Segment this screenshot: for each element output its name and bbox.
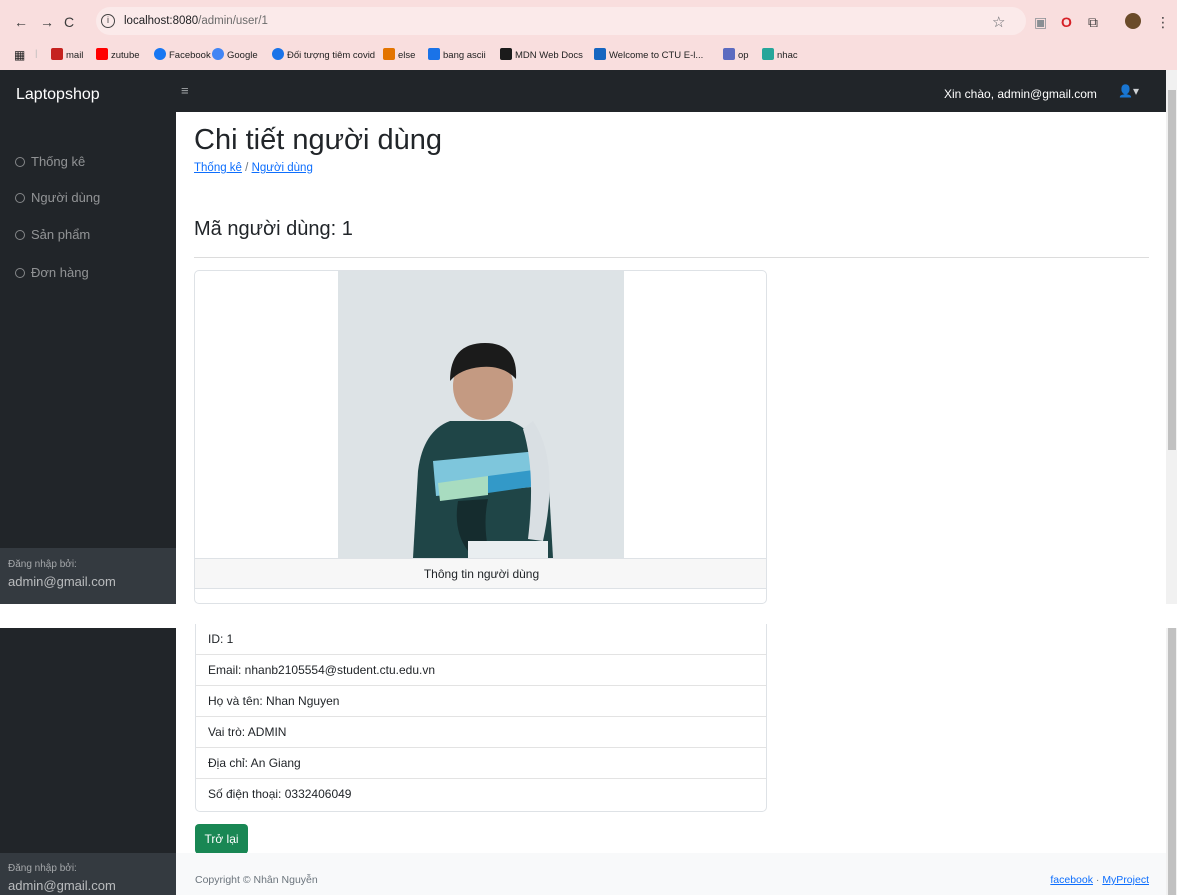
scrollbar-thumb[interactable] — [1168, 90, 1176, 450]
facebook-icon — [154, 48, 166, 60]
detail-id: ID: 1 — [196, 624, 766, 655]
logged-in-user: admin@gmail.com — [8, 574, 116, 589]
youtube-icon — [96, 48, 108, 60]
bookmark-bang-ascii[interactable]: bang ascii — [428, 48, 486, 61]
bookmark-google[interactable]: Google — [212, 48, 258, 61]
site-info-icon[interactable]: i — [101, 14, 115, 28]
user-details-list: ID: 1 Email: nhanb2105554@student.ctu.ed… — [195, 624, 767, 812]
breadcrumb-separator: / — [245, 162, 249, 174]
sidebar-toggle-icon[interactable]: ≡ — [181, 83, 189, 98]
person-photo-illustration — [338, 271, 624, 558]
facebook-link[interactable]: facebook — [1050, 874, 1093, 886]
tachometer-icon — [15, 230, 25, 240]
divider — [194, 257, 1149, 258]
back-arrow-icon[interactable]: ← — [14, 14, 28, 30]
card-header: Thông tin người dùng — [195, 558, 766, 589]
copyright-text: Copyright © Nhân Nguyễn — [195, 874, 318, 886]
sidebar-item-nguoi-dung[interactable]: Người dùng — [15, 190, 100, 205]
puzzle-extensions-icon[interactable]: ⧉ — [1088, 14, 1098, 31]
music-site-icon — [762, 48, 774, 60]
detail-phone: Số điện thoại: 0332406049 — [208, 787, 352, 801]
back-button[interactable]: Trở lại — [195, 824, 248, 854]
reload-icon[interactable]: C — [64, 14, 74, 30]
user-id-heading: Mã người dùng: 1 — [194, 218, 353, 240]
bookmarks-bar: ▦ | mail zutube Facebook Google Đối tượn… — [0, 44, 1177, 66]
bookmark-nhac[interactable]: nhac — [762, 48, 798, 61]
sidebar-item-san-pham[interactable]: Sản phẩm — [15, 227, 90, 242]
breadcrumb-home-link[interactable]: Thống kê — [194, 162, 242, 174]
gmail-icon — [51, 48, 63, 60]
sidebar-item-thong-ke[interactable]: Thống kê — [15, 154, 85, 169]
detail-email: Email: nhanb2105554@student.ctu.edu.vn — [196, 655, 766, 686]
sidebar-footer: Đăng nhập bởi: admin@gmail.com — [0, 548, 176, 604]
tachometer-icon — [15, 157, 25, 167]
else-site-icon — [383, 48, 395, 60]
sidebar-footer-lower: Đăng nhập bởi: admin@gmail.com — [0, 853, 176, 895]
tachometer-icon — [15, 268, 25, 278]
mdn-icon — [500, 48, 512, 60]
detail-role: Vai trò: ADMIN — [196, 717, 766, 748]
breadcrumb: Thống kê / Người dùng — [194, 162, 313, 174]
bookmark-facebook[interactable]: Facebook — [154, 48, 211, 61]
apps-grid-icon[interactable]: ▦ — [14, 48, 25, 62]
tachometer-icon — [15, 193, 25, 203]
bookmark-star-icon[interactable]: ☆ — [992, 13, 1005, 31]
browser-chrome: ← → C i localhost:8080/admin/user/1 ☆ ▣ … — [0, 0, 1177, 70]
page-title: Chi tiết người dùng — [194, 124, 443, 156]
logged-in-label: Đăng nhập bởi: — [8, 559, 77, 570]
op-site-icon — [723, 48, 735, 60]
bookmark-else[interactable]: else — [383, 48, 415, 61]
ctu-site-icon — [594, 48, 606, 60]
bookmark-zutube[interactable]: zutube — [96, 48, 140, 61]
top-navbar: Laptopshop ≡ Xin chào, admin@gmail.com 👤… — [0, 70, 1166, 112]
scrollbar-thumb-lower[interactable] — [1168, 628, 1176, 895]
detail-address: Địa chỉ: An Giang — [196, 748, 766, 779]
extension-icon[interactable]: ▣ — [1034, 14, 1047, 31]
bookmark-mdn[interactable]: MDN Web Docs — [500, 48, 583, 61]
logged-in-label-lower: Đăng nhập bởi: — [8, 863, 77, 874]
page-footer: Copyright © Nhân Nguyễn facebook · MyPro… — [176, 853, 1166, 895]
user-menu-icon[interactable]: 👤▾ — [1118, 84, 1139, 98]
opera-icon[interactable]: O — [1061, 14, 1072, 30]
covid-site-icon — [272, 48, 284, 60]
browser-menu-icon[interactable]: ⋮ — [1156, 14, 1170, 31]
bookmark-ctu[interactable]: Welcome to CTU E-l... — [594, 48, 703, 61]
breadcrumb-current-link[interactable]: Người dùng — [252, 162, 313, 174]
brand-logo[interactable]: Laptopshop — [16, 86, 100, 104]
user-avatar-photo — [338, 271, 624, 558]
bookmark-covid[interactable]: Đối tượng tiêm covid — [272, 48, 375, 61]
myproject-link[interactable]: MyProject — [1102, 874, 1149, 886]
ascii-site-icon — [428, 48, 440, 60]
detail-fullname: Họ và tên: Nhan Nguyen — [196, 686, 766, 717]
sidebar-item-don-hang[interactable]: Đơn hàng — [15, 265, 89, 280]
user-card: Thông tin người dùng — [194, 270, 767, 604]
bookmark-mail[interactable]: mail — [51, 48, 83, 61]
bookmarks-divider: | — [35, 48, 38, 59]
greeting-text: Xin chào, admin@gmail.com — [944, 87, 1097, 101]
bookmark-op[interactable]: op — [723, 48, 749, 61]
footer-link-separator: · — [1095, 874, 1100, 886]
footer-links: facebook · MyProject — [1050, 874, 1149, 886]
logged-in-user-lower: admin@gmail.com — [8, 878, 116, 893]
sidebar: Thống kê Người dùng Sản phẩm Đơn hàng — [0, 112, 176, 604]
address-bar-row: ← → C i localhost:8080/admin/user/1 ☆ ▣ … — [0, 5, 1177, 37]
profile-avatar-icon[interactable] — [1125, 13, 1141, 29]
forward-arrow-icon[interactable]: → — [40, 14, 54, 30]
google-icon — [212, 48, 224, 60]
url-text[interactable]: localhost:8080/admin/user/1 — [124, 15, 268, 27]
